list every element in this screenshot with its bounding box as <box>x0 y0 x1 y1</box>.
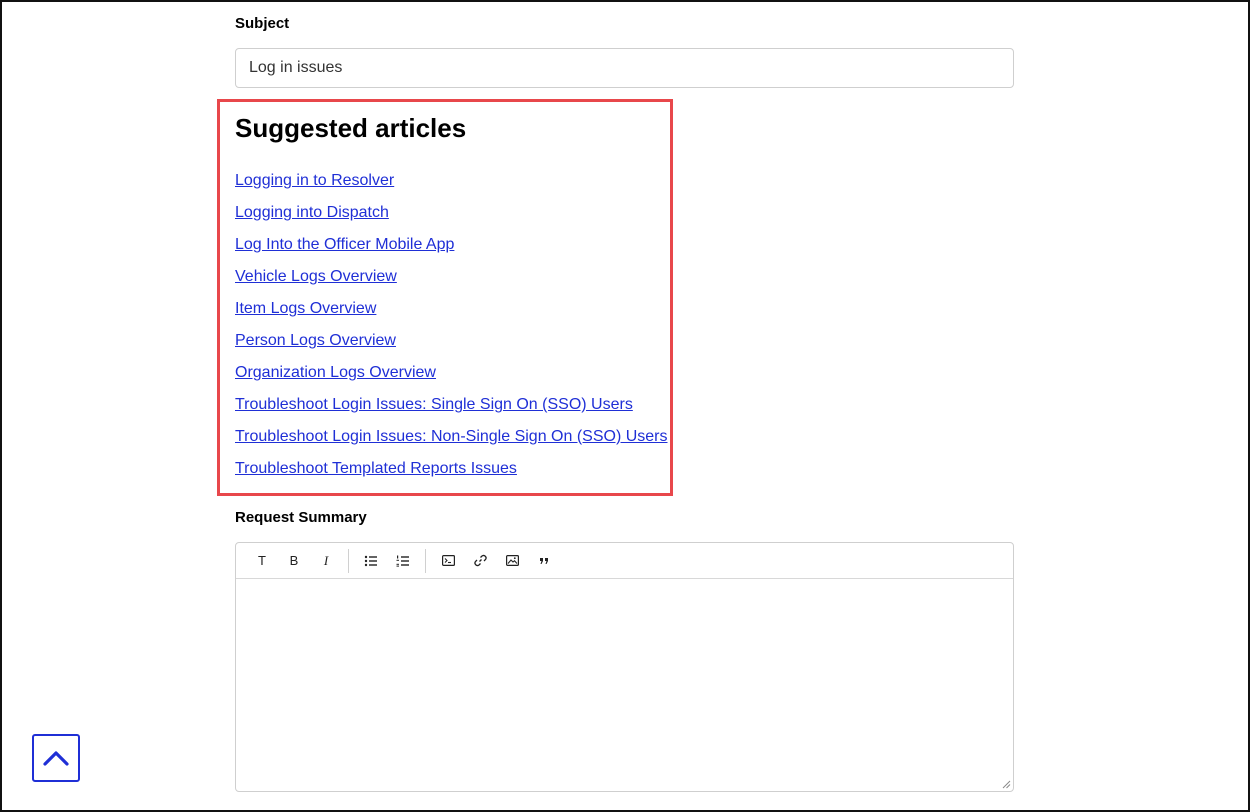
list-item: Logging into Dispatch <box>235 202 668 234</box>
editor-toolbar: T B I <box>236 543 1013 579</box>
toolbar-divider <box>348 548 349 573</box>
article-link[interactable]: Troubleshoot Templated Reports Issues <box>235 460 517 477</box>
bold-button[interactable]: B <box>278 547 310 575</box>
italic-button[interactable]: I <box>310 547 342 575</box>
article-link[interactable]: Troubleshoot Login Issues: Single Sign O… <box>235 396 633 413</box>
article-link[interactable]: Item Logs Overview <box>235 300 376 317</box>
list-item: Troubleshoot Templated Reports Issues <box>235 458 668 490</box>
article-link[interactable]: Logging in to Resolver <box>235 172 394 189</box>
subject-input[interactable] <box>235 48 1014 88</box>
bulleted-list-icon <box>364 555 377 566</box>
toolbar-divider <box>425 548 426 573</box>
suggested-articles-list: Logging in to Resolver Logging into Disp… <box>235 170 668 490</box>
list-item: Item Logs Overview <box>235 298 668 330</box>
code-block-button[interactable] <box>432 547 464 575</box>
request-summary-editor: T B I <box>235 542 1014 792</box>
resize-handle-icon[interactable] <box>1001 779 1011 789</box>
list-item: Troubleshoot Login Issues: Single Sign O… <box>235 394 668 426</box>
subject-label: Subject <box>235 15 290 32</box>
list-item: Logging in to Resolver <box>235 170 668 202</box>
request-summary-textarea[interactable] <box>236 579 1013 791</box>
article-link[interactable]: Troubleshoot Login Issues: Non-Single Si… <box>235 428 668 445</box>
chevron-up-icon <box>43 751 69 766</box>
request-summary-label: Request Summary <box>235 509 367 526</box>
article-link[interactable]: Logging into Dispatch <box>235 204 389 221</box>
list-item: Person Logs Overview <box>235 330 668 362</box>
bulleted-list-button[interactable] <box>355 547 387 575</box>
numbered-list-button[interactable] <box>387 547 419 575</box>
image-button[interactable] <box>496 547 528 575</box>
article-link[interactable]: Organization Logs Overview <box>235 364 436 381</box>
article-link[interactable]: Vehicle Logs Overview <box>235 268 397 285</box>
numbered-list-icon <box>396 555 409 567</box>
quote-button[interactable] <box>528 547 560 575</box>
link-icon <box>473 554 487 567</box>
suggested-articles-heading: Suggested articles <box>235 113 467 143</box>
quote-icon <box>539 557 548 564</box>
scroll-to-top-button[interactable] <box>32 734 80 782</box>
link-button[interactable] <box>464 547 496 575</box>
image-icon <box>505 555 519 566</box>
list-item: Vehicle Logs Overview <box>235 266 668 298</box>
text-style-button[interactable]: T <box>246 547 278 575</box>
list-item: Troubleshoot Login Issues: Non-Single Si… <box>235 426 668 458</box>
list-item: Organization Logs Overview <box>235 362 668 394</box>
article-link[interactable]: Person Logs Overview <box>235 332 396 349</box>
article-link[interactable]: Log Into the Officer Mobile App <box>235 236 454 253</box>
list-item: Log Into the Officer Mobile App <box>235 234 668 266</box>
code-block-icon <box>441 555 455 566</box>
